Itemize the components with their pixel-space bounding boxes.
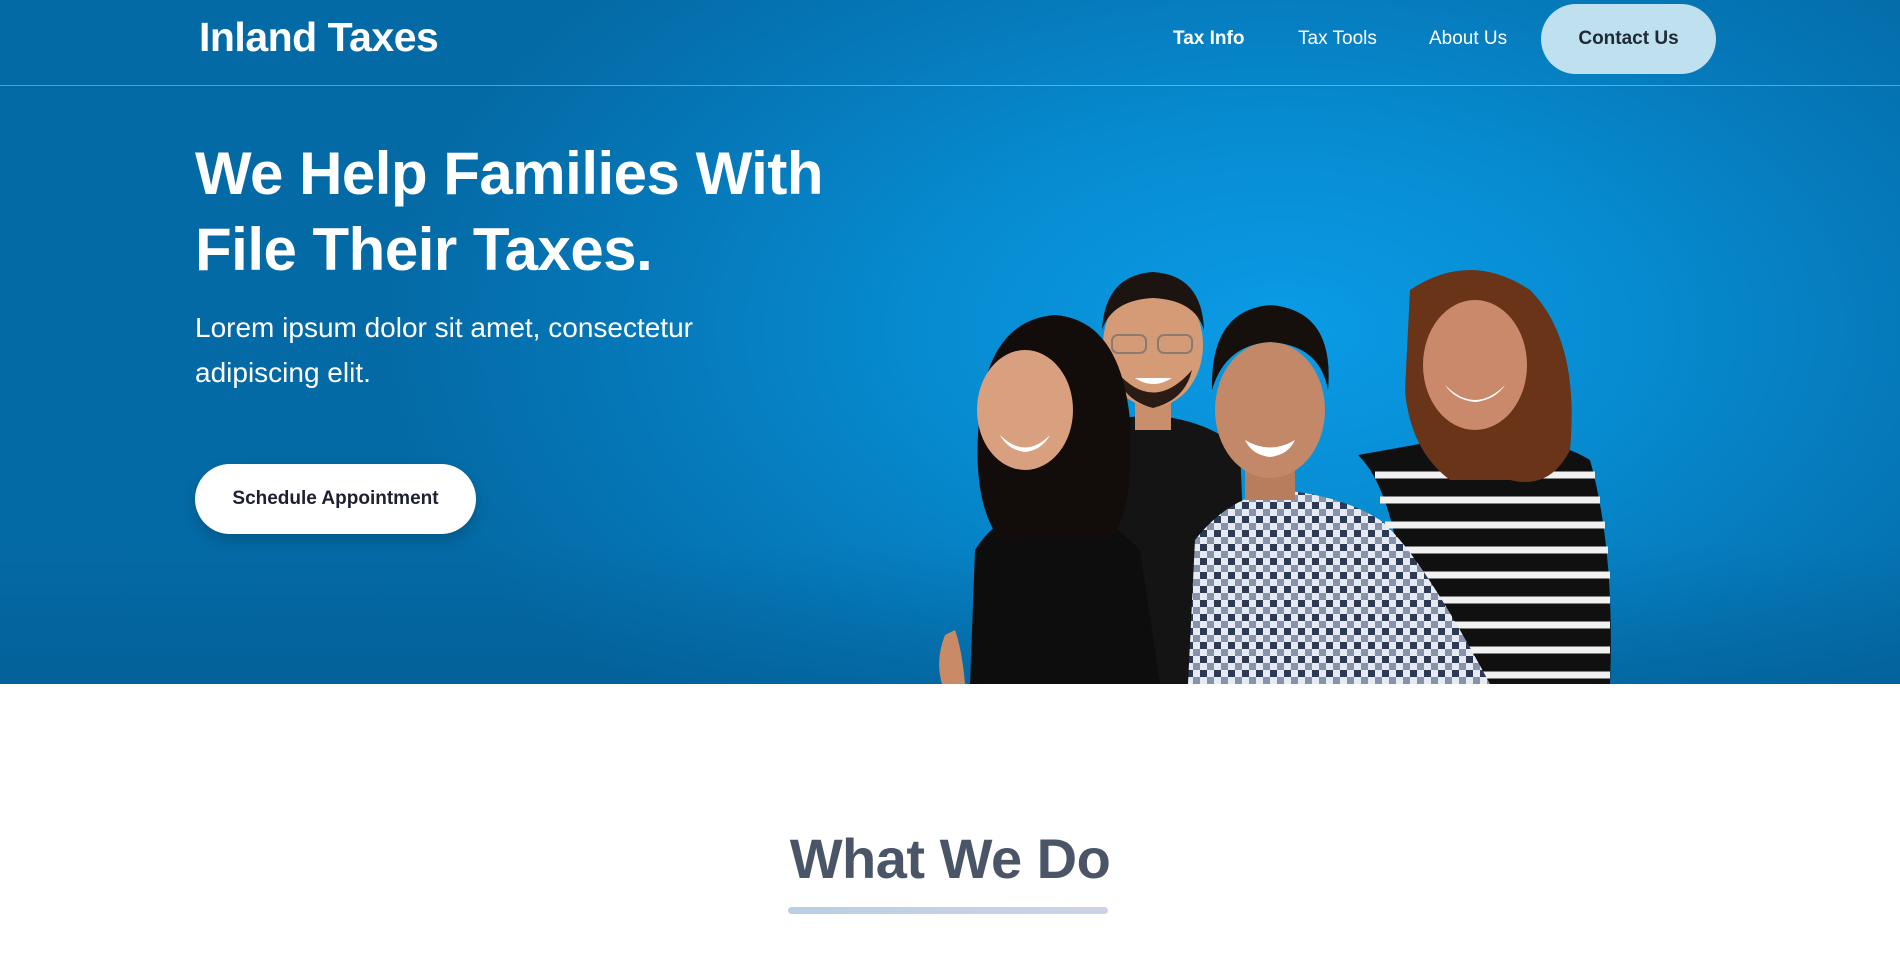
hero-section: Inland Taxes Tax Info Tax Tools About Us… <box>0 0 1900 684</box>
hero-subtitle-line-2: adipiscing elit. <box>195 357 371 388</box>
hero-heading: We Help Families With File Their Taxes. <box>195 136 835 288</box>
nav-link-tax-tools[interactable]: Tax Tools <box>1298 28 1377 50</box>
hero-subtitle-line-1: Lorem ipsum dolor sit amet, consectetur <box>195 312 693 343</box>
nav-link-tax-info[interactable]: Tax Info <box>1173 28 1244 50</box>
nav-link-about-us[interactable]: About Us <box>1429 28 1507 50</box>
what-we-do-heading: What We Do <box>789 827 1111 890</box>
hero-heading-line-2: File Their Taxes. <box>195 216 653 283</box>
family-group-photo <box>939 270 1611 684</box>
hero-subtitle: Lorem ipsum dolor sit amet, consectetur … <box>195 305 755 395</box>
contact-us-button[interactable]: Contact Us <box>1541 4 1716 74</box>
brand-logo[interactable]: Inland Taxes <box>199 14 439 61</box>
top-navbar: Inland Taxes Tax Info Tax Tools About Us… <box>0 0 1900 86</box>
schedule-appointment-button[interactable]: Schedule Appointment <box>195 464 476 534</box>
heading-underline <box>788 907 1108 914</box>
hero-heading-line-1: We Help Families With <box>195 140 823 207</box>
